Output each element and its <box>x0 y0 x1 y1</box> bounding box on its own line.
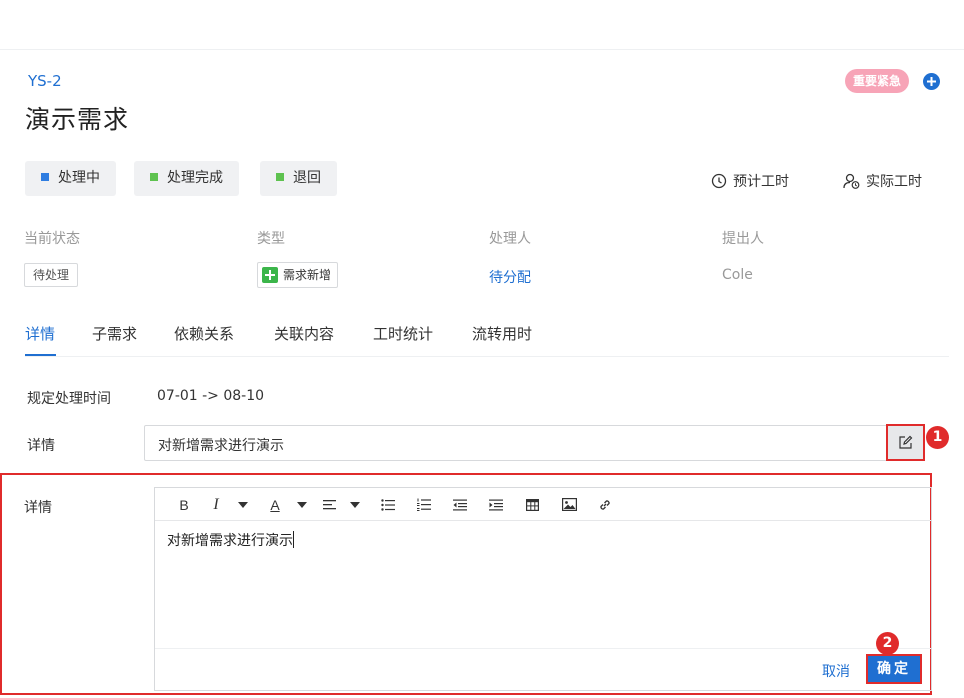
actual-hours-link[interactable]: 实际工时 <box>843 171 922 191</box>
editor-footer: 取消 确定 <box>155 648 931 690</box>
editor-content-text: 对新增需求进行演示 <box>167 533 293 549</box>
active-tab-indicator <box>25 354 56 356</box>
status-dot-icon <box>150 173 158 181</box>
status-button-label: 退回 <box>293 170 321 186</box>
status-done-button[interactable]: 处理完成 <box>134 161 239 196</box>
top-bar <box>0 0 964 50</box>
estimated-hours-label: 预计工时 <box>733 174 789 190</box>
confirm-button[interactable]: 确定 <box>866 654 922 684</box>
page-title: 演示需求 <box>25 105 130 134</box>
priority-badge[interactable]: 重要紧急 <box>845 69 910 93</box>
edit-icon <box>899 435 913 449</box>
italic-dropdown-button[interactable] <box>236 496 250 513</box>
schedule-label: 规定处理时间 <box>27 391 111 407</box>
editor-toolbar: B I A <box>155 488 931 521</box>
font-color-dropdown-button[interactable] <box>295 496 309 513</box>
align-button[interactable] <box>322 496 338 513</box>
status-dot-icon <box>41 173 49 181</box>
tab-sub-requirements[interactable]: 子需求 <box>92 323 137 344</box>
current-status-label: 当前状态 <box>24 231 80 247</box>
numbered-list-button[interactable] <box>416 496 432 513</box>
reporter-label: 提出人 <box>722 231 764 247</box>
align-dropdown-button[interactable] <box>348 496 362 513</box>
tab-details[interactable]: 详情 <box>25 323 55 344</box>
caret-down-icon <box>238 501 248 508</box>
detail-label: 详情 <box>27 438 55 454</box>
editor-content-area[interactable]: 对新增需求进行演示 <box>167 530 294 550</box>
add-circle-icon[interactable] <box>923 73 940 90</box>
type-tag-label: 需求新增 <box>283 268 332 282</box>
image-icon <box>561 498 577 511</box>
type-tag[interactable]: 需求新增 <box>257 262 339 288</box>
numbered-list-icon <box>417 498 431 511</box>
tab-time-statistics[interactable]: 工时统计 <box>373 323 433 344</box>
callout-badge-2: 2 <box>876 632 899 655</box>
status-return-button[interactable]: 退回 <box>260 161 337 196</box>
text-cursor <box>293 531 294 548</box>
bullet-list-icon <box>381 498 395 511</box>
tab-related-content[interactable]: 关联内容 <box>274 323 334 344</box>
detail-edit-panel: 详情 B I A 对新增需求进行演示 取消 确定 <box>0 473 932 695</box>
table-icon <box>525 498 539 511</box>
assignee-label: 处理人 <box>489 231 531 247</box>
cancel-button[interactable]: 取消 <box>822 661 850 681</box>
user-clock-icon <box>843 173 860 189</box>
status-button-label: 处理完成 <box>167 170 223 186</box>
type-label: 类型 <box>257 231 285 247</box>
indent-button[interactable] <box>488 496 504 513</box>
schedule-value: 07-01 -> 08-10 <box>157 388 265 404</box>
tab-dependencies[interactable]: 依赖关系 <box>174 323 234 344</box>
editor-label: 详情 <box>24 500 52 516</box>
reporter-value: Cole <box>722 267 753 283</box>
table-button[interactable] <box>524 496 540 513</box>
caret-down-icon <box>297 501 307 508</box>
link-icon <box>600 499 610 510</box>
estimated-hours-link[interactable]: 预计工时 <box>711 171 789 191</box>
assignee-value[interactable]: 待分配 <box>489 267 531 287</box>
detail-display: 对新增需求进行演示 <box>144 425 924 461</box>
status-dot-icon <box>276 173 284 181</box>
rich-text-editor: B I A 对新增需求进行演示 取消 确定 <box>154 487 932 691</box>
current-status-tag[interactable]: 待处理 <box>24 263 79 287</box>
font-color-button[interactable]: A <box>268 496 282 513</box>
bullet-list-button[interactable] <box>380 496 396 513</box>
tab-flow-duration[interactable]: 流转用时 <box>472 323 532 344</box>
link-button[interactable] <box>597 496 613 513</box>
status-button-label: 处理中 <box>58 170 100 186</box>
image-button[interactable] <box>560 496 578 513</box>
status-processing-button[interactable]: 处理中 <box>25 161 116 196</box>
detail-text: 对新增需求进行演示 <box>158 438 284 454</box>
outdent-button[interactable] <box>452 496 468 513</box>
edit-detail-button[interactable] <box>886 424 925 461</box>
bold-button[interactable]: B <box>177 496 191 513</box>
indent-icon <box>489 499 503 510</box>
tab-bar: 详情 子需求 依赖关系 关联内容 工时统计 流转用时 <box>25 322 949 357</box>
italic-button[interactable]: I <box>209 496 223 513</box>
callout-badge-1: 1 <box>926 426 949 449</box>
align-left-icon <box>323 499 336 509</box>
caret-down-icon <box>350 501 360 508</box>
actual-hours-label: 实际工时 <box>866 174 922 190</box>
outdent-icon <box>453 499 467 510</box>
issue-id: YS-2 <box>28 72 62 90</box>
clock-icon <box>711 173 727 189</box>
plus-square-icon <box>262 267 278 283</box>
